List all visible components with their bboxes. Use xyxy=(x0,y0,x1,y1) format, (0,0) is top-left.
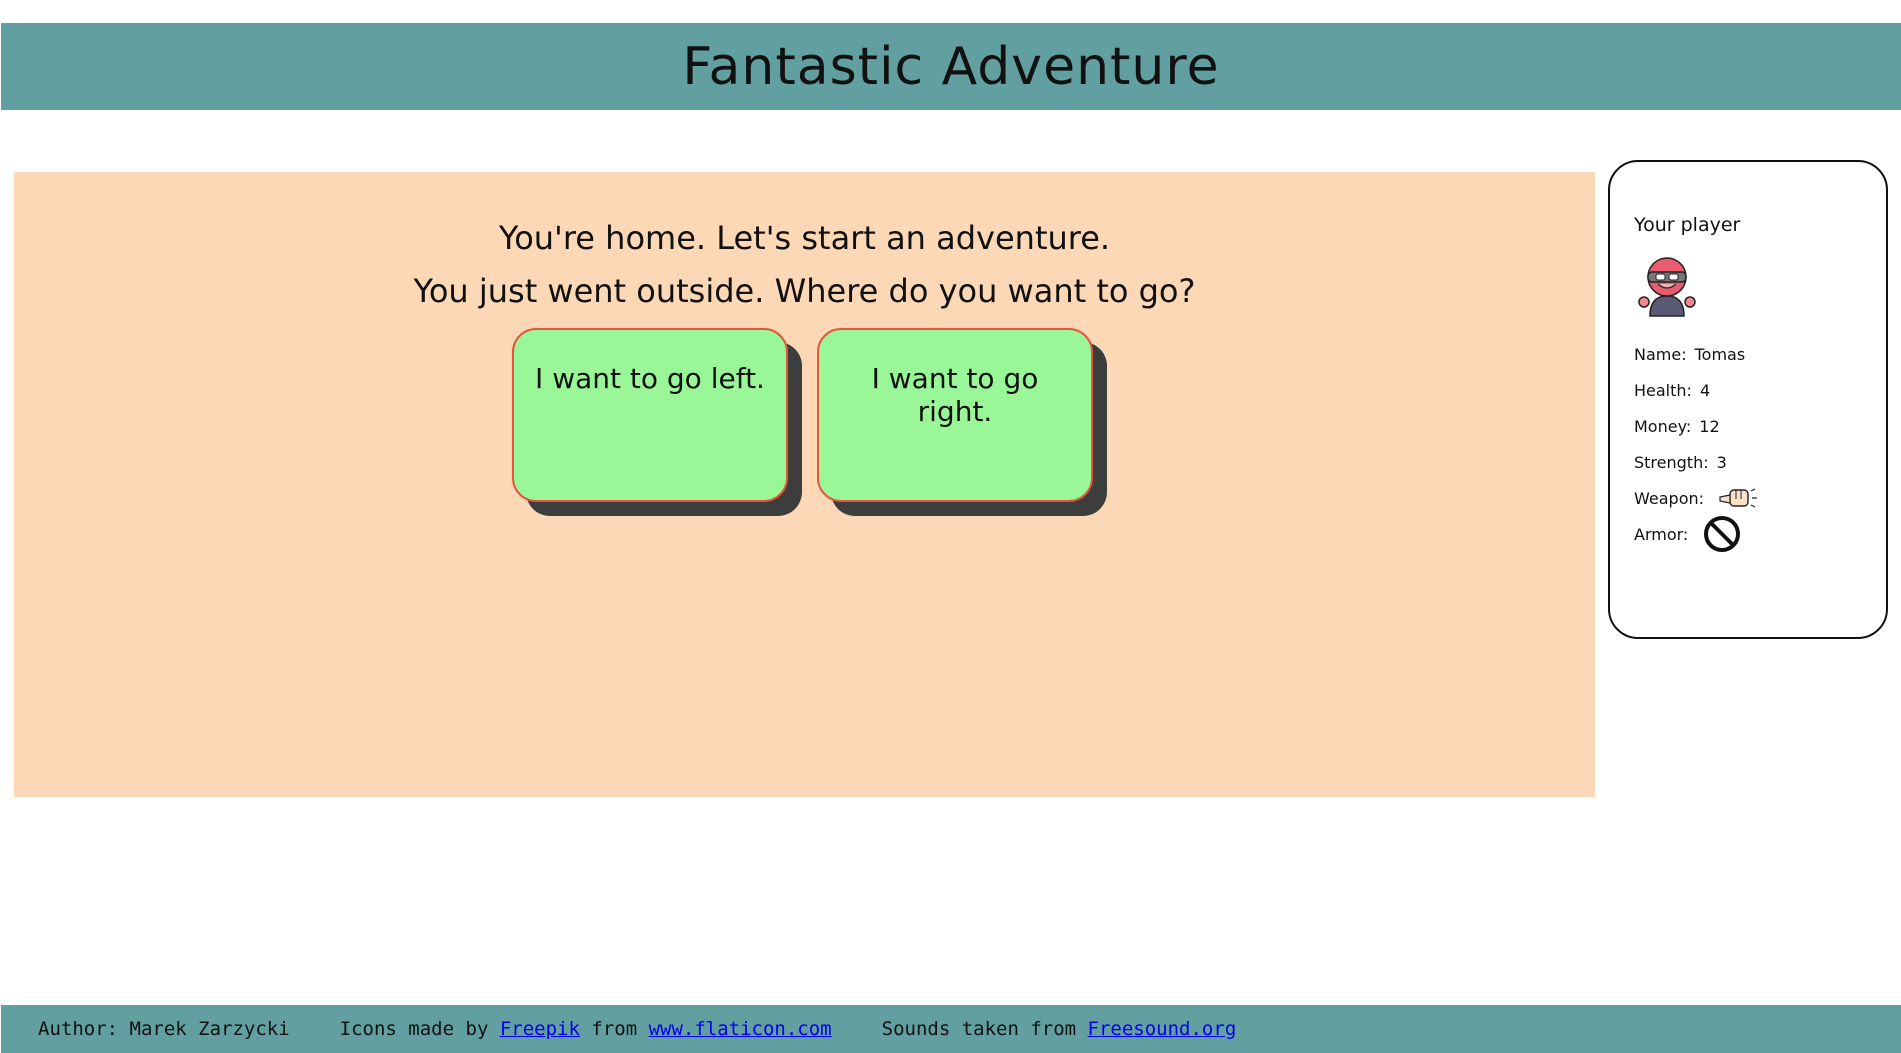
story-line-1: You're home. Let's start an adventure. xyxy=(498,219,1111,257)
player-health-value: 4 xyxy=(1699,380,1711,400)
ninja-avatar-icon xyxy=(1638,257,1696,317)
game-title: Fantastic Adventure xyxy=(682,36,1220,97)
player-name-value: Tomas xyxy=(1694,344,1746,364)
from-text: from xyxy=(591,1018,638,1040)
freesound-link[interactable]: Freesound.org xyxy=(1088,1018,1237,1040)
icons-credit-prefix: Icons made by xyxy=(339,1018,489,1040)
story-stage: You're home. Let's start an adventure. Y… xyxy=(14,172,1595,797)
sounds-credit-prefix: Sounds taken from xyxy=(881,1018,1077,1040)
player-weapon-label: Weapon: xyxy=(1634,488,1705,508)
player-name-row: Name: Tomas xyxy=(1634,336,1862,372)
player-strength-row: Strength: 3 xyxy=(1634,444,1862,480)
footer: Author: Marek Zarzycki Icons made by Fre… xyxy=(1,1005,1901,1053)
player-strength-value: 3 xyxy=(1716,452,1727,472)
player-health-row: Health: 4 xyxy=(1634,372,1862,408)
choice-go-left-button[interactable]: I want to go left. xyxy=(512,328,788,502)
player-money-label: Money: xyxy=(1634,416,1692,436)
player-name-label: Name: xyxy=(1634,344,1687,364)
player-money-row: Money: 12 xyxy=(1634,408,1862,444)
flaticon-link[interactable]: www.flaticon.com xyxy=(649,1018,832,1040)
player-armor-label: Armor: xyxy=(1634,524,1689,544)
game-header: Fantastic Adventure xyxy=(1,23,1901,110)
freepik-link[interactable]: Freepik xyxy=(500,1018,580,1040)
fist-icon xyxy=(1719,488,1758,508)
story-line-2: You just went outside. Where do you want… xyxy=(413,272,1196,310)
author-credit: Author: Marek Zarzycki xyxy=(38,1018,290,1040)
player-health-label: Health: xyxy=(1634,380,1692,400)
player-money-value: 12 xyxy=(1699,416,1720,436)
player-strength-label: Strength: xyxy=(1634,452,1709,472)
choice-go-right-button[interactable]: I want to go right. xyxy=(817,328,1093,502)
story-text: You're home. Let's start an adventure. Y… xyxy=(14,212,1595,318)
player-card-title: Your player xyxy=(1634,214,1741,236)
none-prohibited-icon xyxy=(1704,516,1741,552)
player-weapon-row: Weapon: xyxy=(1634,480,1862,516)
player-card: Your player Name: Tomas Health: 4 Money:… xyxy=(1608,160,1888,639)
player-armor-row: Armor: xyxy=(1634,516,1862,552)
